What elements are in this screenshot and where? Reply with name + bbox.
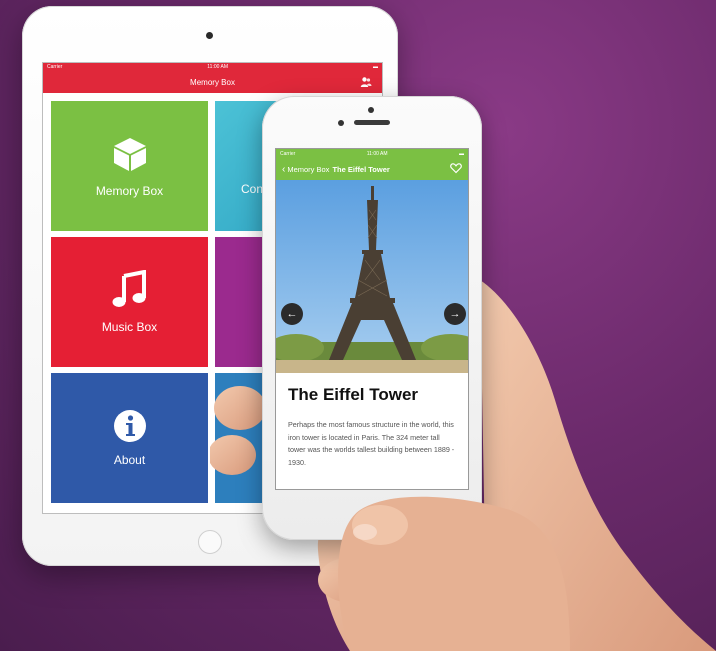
back-button[interactable]: ‹ Memory Box: [282, 164, 329, 175]
iphone-screen: Carrier 11:00 AM ▬ ‹ Memory Box The Eiff…: [275, 148, 469, 490]
tile-label: Memory Box: [95, 184, 164, 198]
ipad-camera: [206, 32, 213, 39]
tile-label: About: [113, 453, 146, 467]
battery-icon: ▬: [458, 150, 464, 157]
iphone-nav-title: The Eiffel Tower: [332, 164, 390, 174]
ipad-navbar: Memory Box: [43, 71, 382, 93]
ipad-carrier: Carrier: [47, 64, 63, 70]
music-note-icon: [112, 270, 146, 307]
tile-about[interactable]: About: [51, 373, 208, 503]
article: The Eiffel Tower Perhaps the most famous…: [276, 373, 468, 469]
chevron-left-icon: ‹: [282, 163, 286, 175]
back-label: Memory Box: [287, 164, 330, 174]
battery-icon: ▬: [372, 64, 378, 70]
heart-icon[interactable]: [450, 162, 462, 174]
iphone-camera: [368, 107, 374, 113]
gallery-photo[interactable]: ← →: [276, 180, 468, 373]
ipad-nav-title: Memory Box: [190, 77, 235, 87]
article-body: Perhaps the most famous structure in the…: [288, 420, 455, 467]
people-icon[interactable]: [360, 76, 372, 88]
ipad-status-bar: Carrier 11:00 AM ▬: [43, 63, 382, 71]
tile-label: Con: [241, 182, 264, 196]
ipad-time: 11:00 AM: [207, 64, 229, 70]
arrow-left-icon[interactable]: ←: [281, 303, 303, 325]
thumb-illustration: [338, 496, 570, 651]
iphone-carrier: Carrier: [280, 150, 296, 157]
tile-label: Music Box: [101, 320, 158, 334]
article-title: The Eiffel Tower: [288, 385, 419, 404]
iphone-sensor: [338, 120, 344, 126]
iphone-speaker: [354, 120, 390, 125]
eiffel-tower-image: [276, 180, 468, 373]
tile-memory-box[interactable]: Memory Box: [51, 101, 208, 231]
iphone-time: 11:00 AM: [366, 150, 388, 157]
iphone-navbar: ‹ Memory Box The Eiffel Tower: [276, 158, 468, 180]
info-icon: [113, 410, 146, 442]
iphone-status-bar: Carrier 11:00 AM ▬: [276, 149, 468, 158]
tile-music-box[interactable]: Music Box: [51, 237, 208, 367]
arrow-right-icon[interactable]: →: [444, 303, 466, 325]
box-icon: [113, 138, 146, 171]
